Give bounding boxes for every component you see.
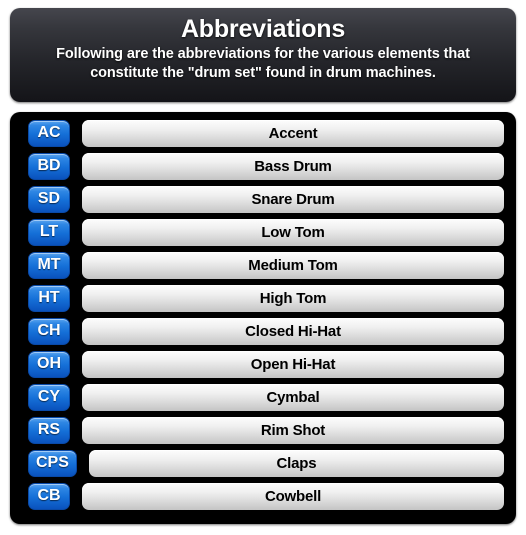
page-title: Abbreviations (180, 15, 346, 43)
element-name-bar-cps[interactable]: Claps (88, 449, 504, 477)
element-name-label: Bass Drum (254, 157, 332, 175)
element-name-label: Snare Drum (251, 190, 335, 208)
abbreviation-label: AC (37, 124, 61, 141)
abbreviation-label: SD (37, 190, 61, 207)
element-name-label: Closed Hi-Hat (245, 322, 341, 340)
element-name-bar-ch[interactable]: Closed Hi-Hat (82, 317, 504, 345)
abbreviation-badge-ch[interactable]: CH (28, 317, 70, 345)
element-name-label: Open Hi-Hat (250, 355, 336, 373)
abbreviations-page: Abbreviations Following are the abbrevia… (0, 0, 526, 535)
abbreviation-label: BD (37, 157, 61, 174)
abbreviation-label: RS (37, 421, 61, 438)
element-name-label: Accent (268, 124, 318, 142)
table-row: SD Snare Drum (18, 185, 504, 213)
abbreviation-label: MT (37, 256, 61, 273)
abbreviation-label: CY (37, 388, 61, 405)
element-name-label: Cowbell (264, 487, 322, 505)
abbreviation-label: CPS (36, 454, 69, 471)
element-name-label: Cymbal (266, 388, 320, 406)
abbreviation-label: OH (37, 355, 61, 372)
element-name-label: Rim Shot (260, 421, 326, 439)
table-row: CPS Claps (18, 449, 504, 477)
element-name-label: Claps (276, 454, 317, 472)
abbreviation-badge-lt[interactable]: LT (28, 218, 70, 246)
abbreviation-badge-ac[interactable]: AC (28, 119, 70, 147)
element-name-bar-rs[interactable]: Rim Shot (82, 416, 504, 444)
table-row: MT Medium Tom (18, 251, 504, 279)
abbreviations-list-panel: AC Accent BD Bass Drum SD Snare Drum LT … (10, 112, 516, 524)
header-panel: Abbreviations Following are the abbrevia… (10, 8, 516, 102)
element-name-bar-cy[interactable]: Cymbal (82, 383, 504, 411)
abbreviation-label: HT (38, 289, 60, 306)
abbreviation-badge-cy[interactable]: CY (28, 383, 70, 411)
abbreviation-badge-sd[interactable]: SD (28, 185, 70, 213)
table-row: LT Low Tom (18, 218, 504, 246)
table-row: CY Cymbal (18, 383, 504, 411)
element-name-bar-ac[interactable]: Accent (82, 119, 504, 147)
abbreviation-badge-rs[interactable]: RS (28, 416, 70, 444)
abbreviation-badge-mt[interactable]: MT (28, 251, 70, 279)
table-row: CB Cowbell (18, 482, 504, 510)
element-name-bar-lt[interactable]: Low Tom (82, 218, 504, 246)
table-row: HT High Tom (18, 284, 504, 312)
table-row: AC Accent (18, 119, 504, 147)
element-name-label: High Tom (259, 289, 327, 307)
element-name-bar-bd[interactable]: Bass Drum (82, 152, 504, 180)
element-name-bar-cb[interactable]: Cowbell (82, 482, 504, 510)
abbreviation-badge-ht[interactable]: HT (28, 284, 70, 312)
abbreviations-rows: AC Accent BD Bass Drum SD Snare Drum LT … (18, 119, 504, 510)
element-name-bar-oh[interactable]: Open Hi-Hat (82, 350, 504, 378)
page-subtitle: Following are the abbreviations for the … (56, 46, 470, 81)
abbreviation-label: CB (37, 487, 61, 504)
element-name-label: Medium Tom (248, 256, 338, 274)
table-row: CH Closed Hi-Hat (18, 317, 504, 345)
element-name-bar-sd[interactable]: Snare Drum (82, 185, 504, 213)
table-row: RS Rim Shot (18, 416, 504, 444)
element-name-label: Low Tom (261, 223, 325, 241)
abbreviation-label: LT (39, 223, 59, 240)
abbreviation-badge-cps[interactable]: CPS (28, 449, 77, 477)
table-row: OH Open Hi-Hat (18, 350, 504, 378)
table-row: BD Bass Drum (18, 152, 504, 180)
abbreviation-badge-bd[interactable]: BD (28, 152, 70, 180)
abbreviation-badge-oh[interactable]: OH (28, 350, 70, 378)
abbreviation-label: CH (37, 322, 61, 339)
element-name-bar-mt[interactable]: Medium Tom (82, 251, 504, 279)
abbreviation-badge-cb[interactable]: CB (28, 482, 70, 510)
element-name-bar-ht[interactable]: High Tom (82, 284, 504, 312)
